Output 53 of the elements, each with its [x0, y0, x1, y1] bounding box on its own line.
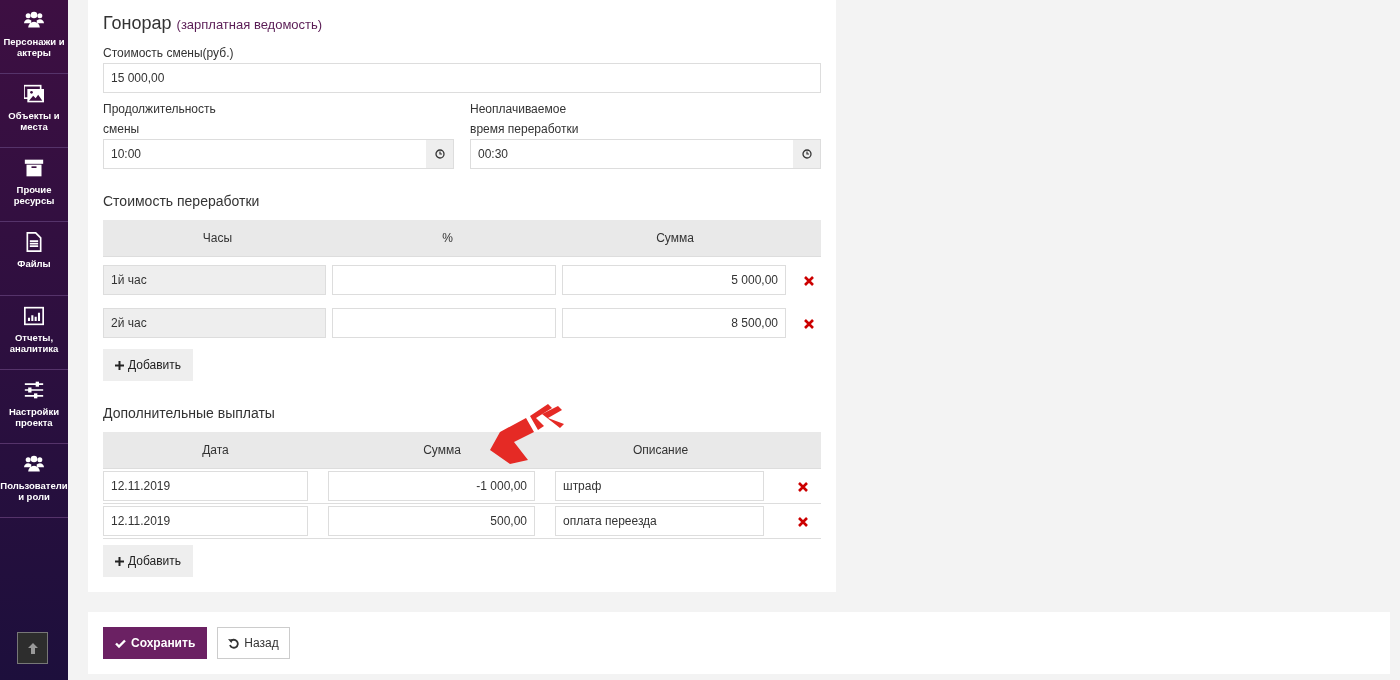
input-field[interactable]	[332, 265, 556, 295]
up-arrow-icon	[27, 642, 38, 654]
delete-icon[interactable]	[803, 274, 815, 287]
section-heading: Стоимость переработки	[103, 192, 261, 211]
column-header: Часы	[201, 230, 234, 247]
plus-icon	[115, 556, 124, 566]
field-label: Продолжительность смены	[103, 101, 217, 138]
input-field[interactable]: 12.11.2019	[103, 506, 308, 536]
column-header: Сумма	[655, 230, 695, 247]
column-header: %	[441, 230, 454, 247]
add-button[interactable]: Добавить	[103, 349, 194, 381]
images-icon	[24, 84, 44, 104]
file-icon	[24, 232, 44, 252]
save-button[interactable]: Сохранить	[103, 627, 208, 659]
sidebar-item[interactable]: Отчеты, аналитика	[0, 296, 68, 370]
delete-icon[interactable]	[803, 317, 815, 330]
section-title: Гонорар (зарплатная ведомость)	[103, 12, 324, 35]
checkmark-icon	[115, 638, 126, 648]
field-label: Неоплачиваемое время переработки	[470, 101, 580, 138]
sliders-icon	[24, 380, 44, 400]
plus-icon	[115, 360, 124, 370]
sidebar-item[interactable]: Пользователи и роли	[0, 444, 68, 518]
sidebar-item[interactable]: Объекты и места	[0, 74, 68, 148]
field-label: Стоимость смены(руб.)	[103, 45, 235, 62]
scroll-top-button[interactable]	[17, 632, 48, 664]
sidebar-item[interactable]: Прочие ресурсы	[0, 148, 68, 222]
column-header: Дата	[201, 442, 230, 459]
users-icon	[24, 10, 44, 30]
input-field[interactable]: 15 000,00	[103, 63, 821, 93]
sidebar-item[interactable]: Настройки проекта	[0, 370, 68, 444]
column-header: Сумма	[422, 442, 462, 459]
users-icon	[24, 454, 44, 474]
undo-icon	[228, 637, 240, 649]
input-field[interactable]: -1 000,00	[328, 471, 535, 501]
back-button[interactable]: Назад	[217, 627, 290, 659]
input-field[interactable]: 500,00	[328, 506, 535, 536]
sidebar-item[interactable]: Персонажи и актеры	[0, 0, 68, 74]
hours-cell: 2й час	[103, 308, 326, 338]
input-field[interactable]: 12.11.2019	[103, 471, 308, 501]
bar-chart-icon	[24, 306, 44, 326]
delete-icon[interactable]	[796, 480, 809, 493]
archive-icon	[24, 158, 44, 178]
input-field[interactable]	[332, 308, 556, 338]
input-field[interactable]: 8 500,00	[562, 308, 786, 338]
input-field[interactable]: 5 000,00	[562, 265, 786, 295]
add-button[interactable]: Добавить	[103, 545, 194, 577]
hours-cell: 1й час	[103, 265, 326, 295]
input-field[interactable]: оплата переезда	[555, 506, 764, 536]
section-heading: Дополнительные выплаты	[103, 404, 276, 423]
delete-icon[interactable]	[796, 515, 809, 528]
column-header: Описание	[631, 442, 690, 459]
sidebar-item[interactable]: Файлы	[0, 222, 68, 296]
input-field[interactable]: штраф	[555, 471, 764, 501]
